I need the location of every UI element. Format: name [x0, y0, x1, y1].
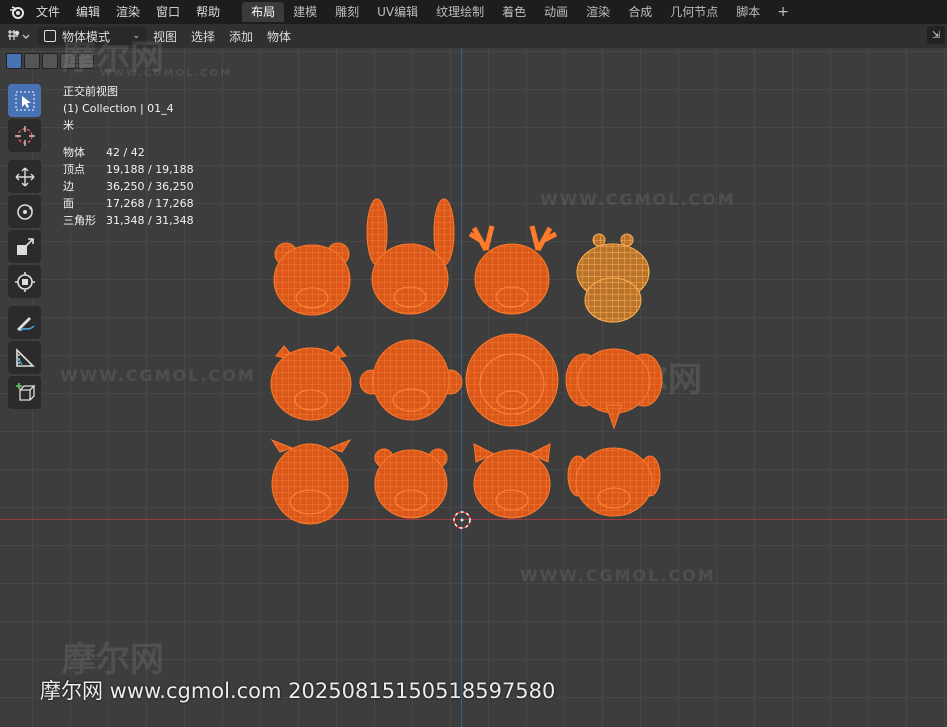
monkey-head-model[interactable] — [359, 339, 463, 421]
dog-head-model[interactable] — [567, 447, 661, 517]
pig-head-model[interactable] — [374, 448, 448, 519]
3d-cursor-icon[interactable] — [451, 509, 473, 531]
lion-head-model[interactable] — [465, 333, 559, 427]
fox-head-model[interactable] — [473, 443, 551, 519]
rabbit-head-model[interactable] — [366, 198, 455, 315]
giraffe-head-model-active[interactable] — [576, 233, 650, 323]
wireframe-models — [270, 198, 663, 525]
deer-head-model[interactable] — [468, 225, 558, 315]
footer-watermark: 摩尔网 www.cgmol.com 20250815150518597580 — [40, 679, 556, 703]
cow-head-model[interactable] — [270, 438, 352, 525]
elephant-head-model[interactable] — [565, 348, 663, 430]
bear-head-model[interactable] — [273, 242, 351, 316]
cat-head-model[interactable] — [270, 345, 352, 421]
